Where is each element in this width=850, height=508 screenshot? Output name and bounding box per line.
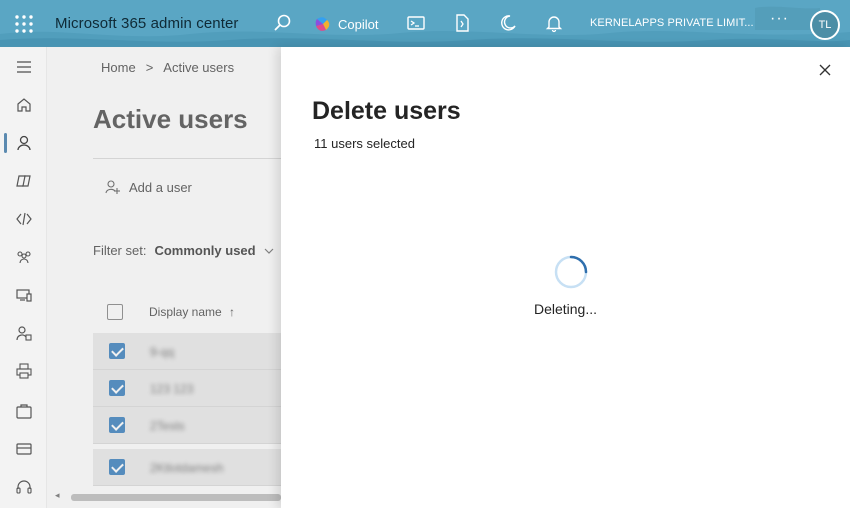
print-icon[interactable]	[15, 362, 33, 380]
left-nav-rail	[0, 47, 47, 508]
copilot-icon	[315, 17, 330, 31]
users-icon[interactable]	[15, 134, 33, 152]
avatar[interactable]: TL	[810, 10, 840, 40]
close-icon[interactable]	[817, 62, 833, 78]
code-icon[interactable]	[15, 210, 33, 228]
more-options-button[interactable]: ···	[770, 10, 789, 28]
loading-spinner-icon	[554, 255, 588, 289]
delete-users-panel: Delete users 11 users selected Deleting.…	[281, 47, 850, 508]
deleting-status: Deleting...	[533, 301, 598, 317]
briefcase-icon[interactable]	[15, 402, 33, 420]
page-scrim[interactable]	[47, 47, 281, 508]
support-icon[interactable]	[15, 478, 33, 496]
copilot-apps-icon[interactable]	[15, 172, 33, 190]
devices-icon[interactable]	[15, 286, 33, 304]
moon-icon[interactable]	[498, 13, 518, 33]
waffle-icon[interactable]	[14, 14, 34, 34]
active-nav-indicator	[4, 133, 7, 153]
copilot-label: Copilot	[338, 16, 379, 32]
selected-count: 11 users selected	[314, 136, 415, 151]
search-icon[interactable]	[273, 13, 293, 33]
tenant-name[interactable]: KERNELAPPS PRIVATE LIMIT...	[590, 17, 754, 29]
app-title[interactable]: Microsoft 365 admin center	[55, 15, 239, 32]
terminal-icon[interactable]	[406, 13, 426, 33]
groups-icon[interactable]	[15, 248, 33, 266]
menu-icon[interactable]	[15, 58, 33, 76]
document-icon[interactable]	[452, 13, 472, 33]
bell-icon[interactable]	[544, 13, 564, 33]
roles-icon[interactable]	[15, 324, 33, 342]
copilot-button[interactable]: Copilot	[314, 13, 378, 35]
home-icon[interactable]	[15, 96, 33, 114]
billing-icon[interactable]	[15, 440, 33, 458]
top-bar: Microsoft 365 admin center Copilot KERNE…	[0, 0, 850, 47]
panel-title: Delete users	[312, 97, 461, 125]
